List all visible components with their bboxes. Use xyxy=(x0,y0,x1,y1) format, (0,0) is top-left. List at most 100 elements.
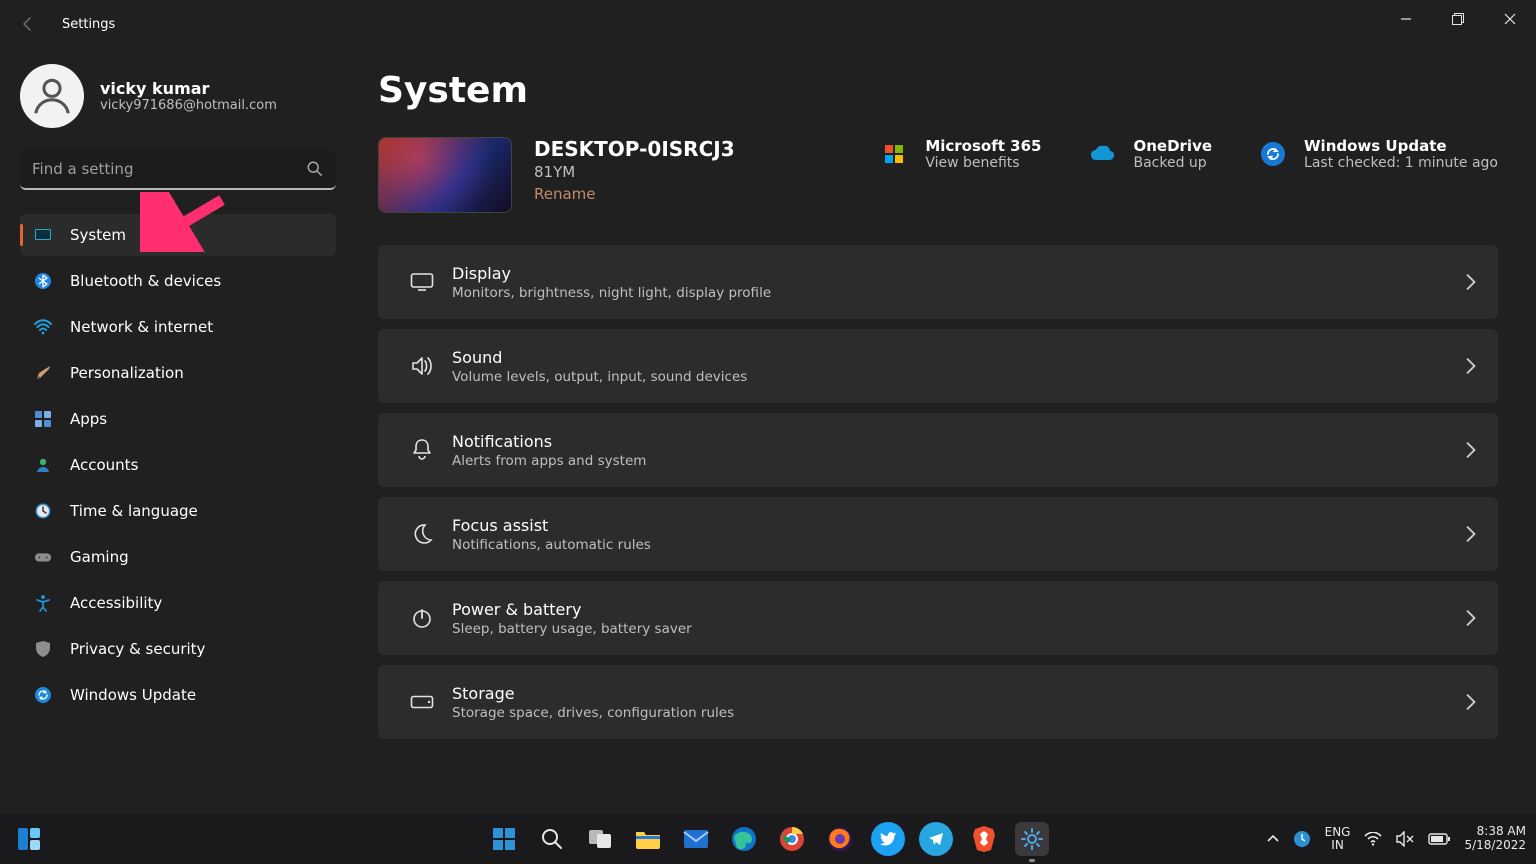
person-icon xyxy=(34,456,52,474)
window-title: Settings xyxy=(62,17,115,32)
card-power[interactable]: Power & batterySleep, battery usage, bat… xyxy=(378,581,1498,655)
card-sub: Alerts from apps and system xyxy=(452,453,646,469)
card-sub: Storage space, drives, configuration rul… xyxy=(452,705,734,721)
nav-label: Gaming xyxy=(70,548,129,566)
search-taskbar-icon[interactable] xyxy=(535,822,569,856)
explorer-icon[interactable] xyxy=(631,822,665,856)
telegram-icon[interactable] xyxy=(919,822,953,856)
bluetooth-icon xyxy=(34,272,52,290)
search-box[interactable] xyxy=(20,150,336,190)
start-icon[interactable] xyxy=(487,822,521,856)
avatar xyxy=(20,64,84,128)
tile-onedrive[interactable]: OneDriveBacked up xyxy=(1085,137,1212,171)
twitter-icon[interactable] xyxy=(871,822,905,856)
bell-icon xyxy=(400,438,444,462)
user-name: vicky kumar xyxy=(100,79,277,98)
system-tray[interactable]: ENG IN 8:38 AM 5/18/2022 xyxy=(1267,825,1526,853)
lang-line2: IN xyxy=(1325,839,1351,852)
sidebar-item-network[interactable]: Network & internet xyxy=(20,306,336,348)
sound-icon xyxy=(400,355,444,377)
user-block[interactable]: vicky kumar vicky971686@hotmail.com xyxy=(20,64,336,128)
sidebar-item-accessibility[interactable]: Accessibility xyxy=(20,582,336,624)
pc-model: 81YM xyxy=(534,163,735,181)
card-notifications[interactable]: Notifications Alerts from apps and system xyxy=(378,413,1498,487)
sidebar-item-bluetooth[interactable]: Bluetooth & devices xyxy=(20,260,336,302)
brave-icon[interactable] xyxy=(967,822,1001,856)
nav-label: Network & internet xyxy=(70,318,213,336)
sidebar-item-privacy[interactable]: Privacy & security xyxy=(20,628,336,670)
battery-icon[interactable] xyxy=(1428,833,1450,845)
sidebar-item-accounts[interactable]: Accounts xyxy=(20,444,336,486)
maximize-button[interactable] xyxy=(1432,0,1484,38)
nav-label: Time & language xyxy=(70,502,198,520)
language-indicator[interactable]: ENG IN xyxy=(1325,826,1351,852)
chevron-right-icon xyxy=(1466,274,1476,290)
nav-label: Personalization xyxy=(70,364,184,382)
tile-sub: View benefits xyxy=(925,155,1041,171)
taskview-icon[interactable] xyxy=(583,822,617,856)
wifi-tray-icon[interactable] xyxy=(1364,832,1382,846)
pc-block[interactable]: DESKTOP-0ISRCJ3 81YM Rename xyxy=(378,137,735,213)
date-text: 5/18/2022 xyxy=(1464,839,1526,853)
tile-title: Microsoft 365 xyxy=(925,137,1041,155)
sidebar-item-apps[interactable]: Apps xyxy=(20,398,336,440)
sidebar-item-gaming[interactable]: Gaming xyxy=(20,536,336,578)
rename-link[interactable]: Rename xyxy=(534,185,735,203)
card-title: Power & battery xyxy=(452,600,692,619)
tile-winupdate[interactable]: Windows UpdateLast checked: 1 minute ago xyxy=(1256,137,1498,171)
taskbar-center xyxy=(487,822,1049,856)
card-sub: Notifications, automatic rules xyxy=(452,537,651,553)
card-title: Sound xyxy=(452,348,747,367)
nav: System Bluetooth & devices Network & int… xyxy=(20,214,336,716)
chevron-right-icon xyxy=(1466,526,1476,542)
card-title: Focus assist xyxy=(452,516,651,535)
chevron-right-icon xyxy=(1466,694,1476,710)
tray-clock-icon[interactable] xyxy=(1293,830,1311,848)
volume-mute-icon[interactable] xyxy=(1396,831,1414,847)
sidebar: vicky kumar vicky971686@hotmail.com Syst… xyxy=(0,48,350,814)
settings-cards: DisplayMonitors, brightness, night light… xyxy=(378,245,1498,739)
shield-icon xyxy=(34,640,52,658)
firefox-icon[interactable] xyxy=(823,822,857,856)
user-email: vicky971686@hotmail.com xyxy=(100,98,277,113)
tile-ms365[interactable]: Microsoft 365View benefits xyxy=(877,137,1041,171)
close-button[interactable] xyxy=(1484,0,1536,38)
tile-title: OneDrive xyxy=(1133,137,1212,155)
card-title: Storage xyxy=(452,684,734,703)
edge-icon[interactable] xyxy=(727,822,761,856)
card-focus[interactable]: Focus assist Notifications, automatic rul… xyxy=(378,497,1498,571)
widgets-icon[interactable] xyxy=(12,822,46,856)
card-title: Notifications xyxy=(452,432,646,451)
storage-icon xyxy=(400,695,444,709)
card-sub: Volume levels, output, input, sound devi… xyxy=(452,369,747,385)
search-input[interactable] xyxy=(20,150,336,190)
sidebar-item-personalization[interactable]: Personalization xyxy=(20,352,336,394)
card-storage[interactable]: Storage Storage space, drives, configurat… xyxy=(378,665,1498,739)
minimize-button[interactable] xyxy=(1380,0,1432,38)
titlebar: Settings xyxy=(0,0,1536,48)
clock-indicator[interactable]: 8:38 AM 5/18/2022 xyxy=(1464,825,1526,853)
back-button[interactable] xyxy=(8,4,48,44)
pc-name: DESKTOP-0ISRCJ3 xyxy=(534,137,735,161)
mail-icon[interactable] xyxy=(679,822,713,856)
wallpaper-thumb xyxy=(378,137,512,213)
card-sound[interactable]: Sound Volume levels, output, input, sound… xyxy=(378,329,1498,403)
nav-label: Apps xyxy=(70,410,107,428)
sidebar-item-update[interactable]: Windows Update xyxy=(20,674,336,716)
gamepad-icon xyxy=(34,548,52,566)
card-display[interactable]: DisplayMonitors, brightness, night light… xyxy=(378,245,1498,319)
accessibility-icon xyxy=(34,594,52,612)
sidebar-item-time[interactable]: Time & language xyxy=(20,490,336,532)
system-icon xyxy=(34,226,52,244)
display-icon xyxy=(400,272,444,292)
power-icon xyxy=(400,607,444,629)
settings-app-icon[interactable] xyxy=(1015,822,1049,856)
nav-label: Windows Update xyxy=(70,686,196,704)
tray-chevron-icon[interactable] xyxy=(1267,834,1279,844)
ms365-icon xyxy=(877,137,911,171)
chrome-icon[interactable] xyxy=(775,822,809,856)
clock-icon xyxy=(34,502,52,520)
brush-icon xyxy=(34,364,52,382)
tile-title: Windows Update xyxy=(1304,137,1498,155)
sidebar-item-system[interactable]: System xyxy=(20,214,336,256)
